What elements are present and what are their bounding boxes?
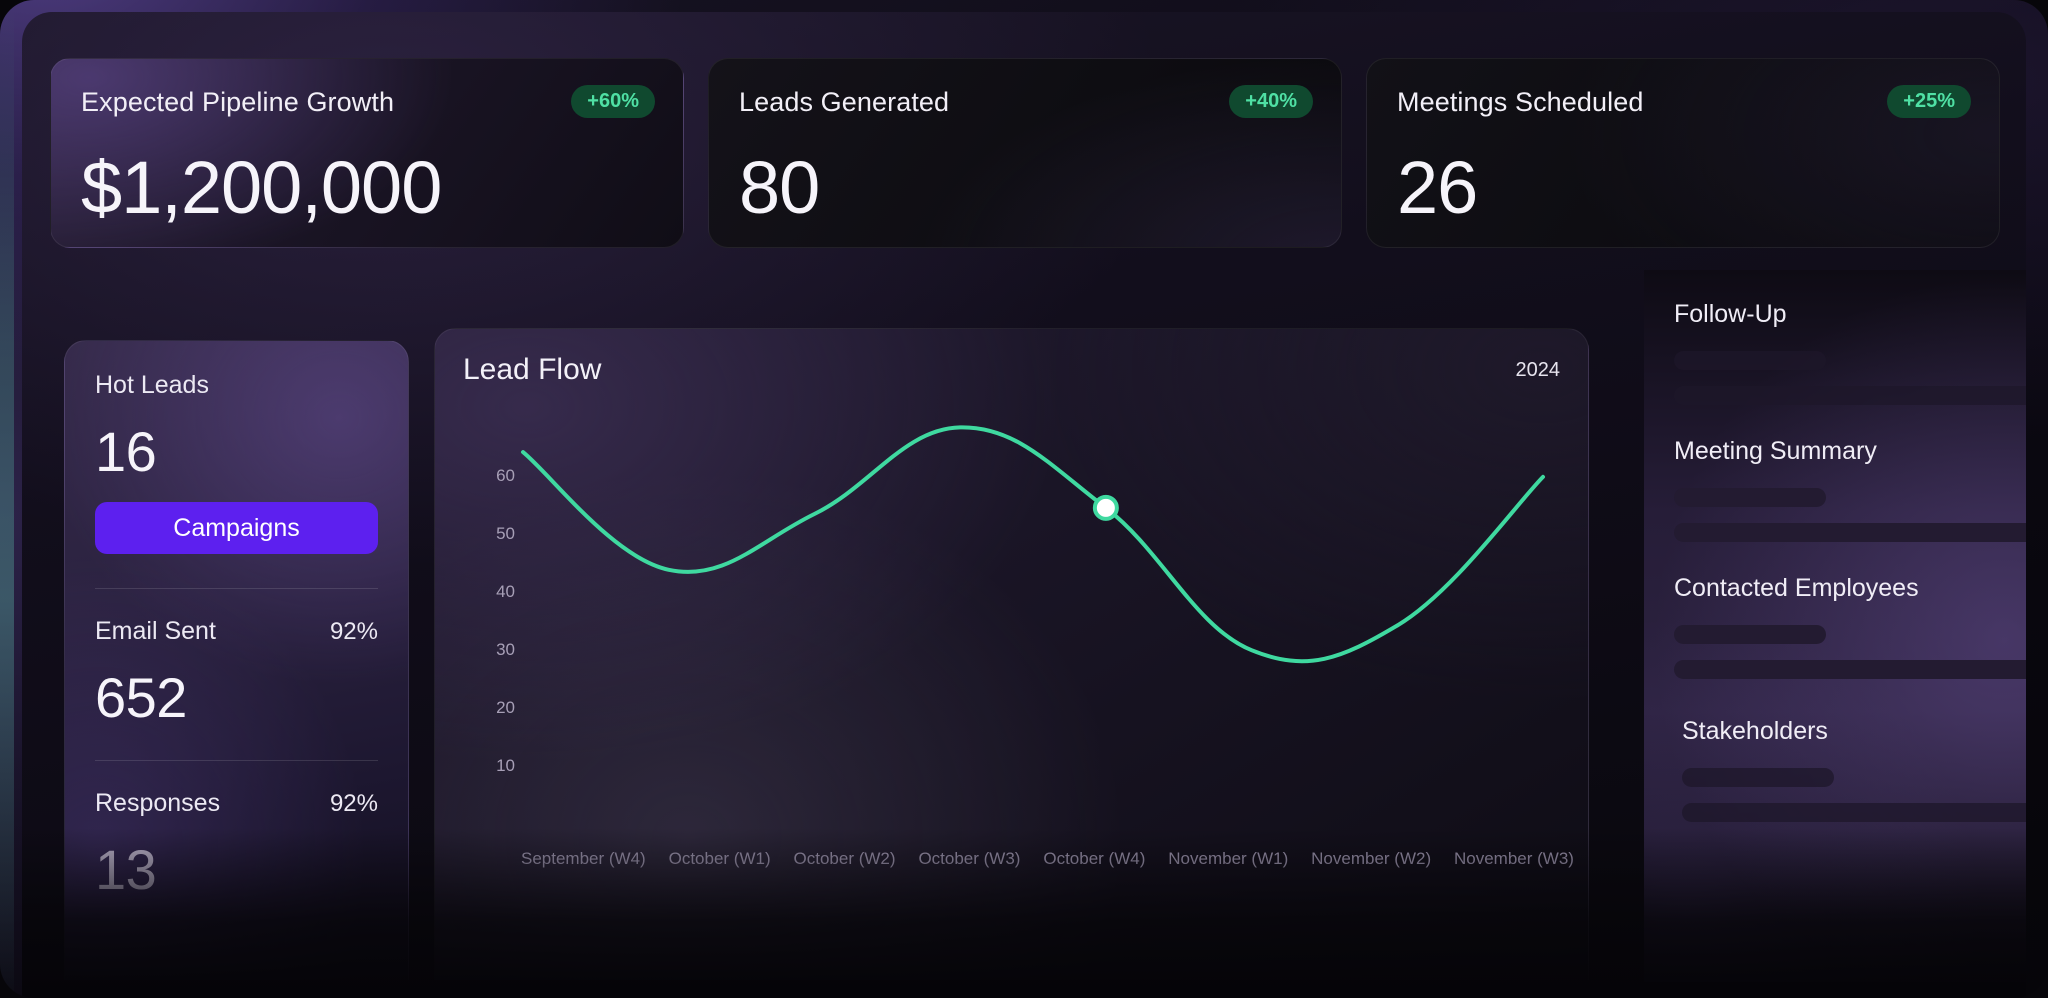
chart-line-path	[523, 427, 1543, 661]
divider	[95, 760, 378, 761]
chart-title: Lead Flow	[463, 353, 602, 386]
skeleton-line	[1674, 625, 1826, 644]
section-title: Follow-Up	[1674, 300, 1787, 328]
skeleton-line	[1674, 523, 2026, 542]
main-content-row: Hot Leads 16 Campaigns Email Sent 92% 65…	[50, 270, 2026, 982]
responses-value: 13	[95, 838, 157, 901]
email-sent-label: Email Sent	[95, 617, 216, 645]
email-sent-percent: 92%	[329, 618, 378, 645]
x-axis-tick: November (W3)	[1454, 849, 1574, 868]
status-badge: +40%	[1229, 85, 1313, 118]
kpi-value: $1,200,000	[81, 146, 442, 229]
x-axis-tick: October (W1)	[668, 849, 771, 868]
panel-section-contacted-employees[interactable]: Contacted Employees	[1674, 574, 2026, 679]
kpi-title: Meetings Scheduled	[1397, 87, 1644, 117]
skeleton-line	[1674, 351, 1826, 370]
kpi-card-leads-generated[interactable]: Leads Generated +40% 80	[708, 58, 1342, 248]
skeleton-line	[1674, 386, 2026, 405]
email-sent-row: Email Sent 92%	[95, 617, 378, 646]
x-axis-tick: October (W4)	[1043, 849, 1146, 868]
email-sent-value: 652	[95, 666, 187, 729]
x-axis-tick: November (W1)	[1168, 849, 1289, 868]
kpi-title: Expected Pipeline Growth	[81, 87, 395, 117]
kpi-card-meetings-scheduled[interactable]: Meetings Scheduled +25% 26	[1366, 58, 2000, 248]
chart-plot-area	[513, 415, 1573, 805]
panel-section-meeting-summary[interactable]: Meeting Summary	[1674, 437, 2026, 542]
device-frame: Expected Pipeline Growth +60% $1,200,000…	[0, 0, 2048, 998]
skeleton-line	[1682, 768, 1834, 787]
chart-y-axis: 60 50 40 30 20 10	[475, 466, 515, 775]
divider	[95, 588, 378, 589]
hot-leads-value: 16	[95, 420, 157, 483]
chart-highlight-point[interactable]	[1092, 494, 1119, 521]
kpi-value: 26	[1397, 146, 1478, 229]
chart-year-label: 2024	[1515, 358, 1561, 381]
activity-side-panel: Follow-Up Meeting Summary Contacted Empl…	[1644, 270, 2026, 982]
x-axis-tick: November (W2)	[1311, 849, 1432, 868]
kpi-row: Expected Pipeline Growth +60% $1,200,000…	[50, 58, 2000, 248]
skeleton-line	[1682, 803, 2026, 822]
responses-row: Responses 92%	[95, 789, 378, 818]
x-axis-tick: September (W4)	[521, 849, 646, 868]
status-badge: +25%	[1887, 85, 1971, 118]
hot-leads-card: Hot Leads 16 Campaigns Email Sent 92% 65…	[64, 340, 409, 980]
lead-flow-chart-card: Lead Flow 2024 60 50 40 30 20 10 September (W…	[434, 328, 1589, 980]
panel-section-follow-up[interactable]: Follow-Up	[1674, 300, 2026, 405]
dashboard-stage: Expected Pipeline Growth +60% $1,200,000…	[22, 12, 2026, 998]
lead-flow-line-chart	[513, 415, 1573, 805]
status-badge: +60%	[571, 85, 655, 118]
chart-header: Lead Flow 2024	[463, 353, 1560, 387]
responses-label: Responses	[95, 789, 221, 817]
kpi-title: Leads Generated	[739, 87, 950, 117]
kpi-card-pipeline-growth[interactable]: Expected Pipeline Growth +60% $1,200,000	[50, 58, 684, 248]
campaigns-button[interactable]: Campaigns	[95, 502, 378, 554]
responses-percent: 92%	[329, 790, 378, 817]
x-axis-tick: October (W2)	[793, 849, 896, 868]
skeleton-line	[1674, 660, 2026, 679]
section-title: Contacted Employees	[1674, 574, 1919, 602]
x-axis-tick: October (W3)	[918, 849, 1021, 868]
chart-x-axis: September (W4) October (W1) October (W2) Oc…	[521, 849, 1574, 869]
kpi-value: 80	[739, 146, 820, 229]
panel-section-stakeholders[interactable]: Stakeholders	[1674, 717, 2026, 822]
hot-leads-label: Hot Leads	[95, 371, 209, 399]
skeleton-line	[1674, 488, 1826, 507]
section-title: Stakeholders	[1682, 717, 1828, 745]
section-title: Meeting Summary	[1674, 437, 1877, 465]
